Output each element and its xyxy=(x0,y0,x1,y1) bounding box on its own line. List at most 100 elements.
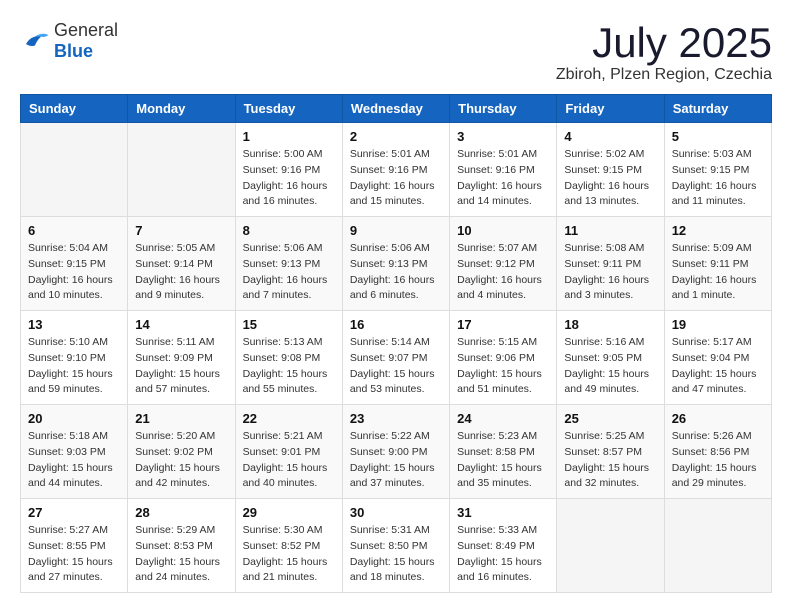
day-info: Sunrise: 5:23 AMSunset: 8:58 PMDaylight:… xyxy=(457,429,549,492)
calendar-title-section: July 2025 Zbiroh, Plzen Region, Czechia xyxy=(556,20,772,84)
calendar-cell: 10 Sunrise: 5:07 AMSunset: 9:12 PMDayligh… xyxy=(450,217,557,311)
calendar-cell: 6 Sunrise: 5:04 AMSunset: 9:15 PMDaylight… xyxy=(21,217,128,311)
day-number: 17 xyxy=(457,317,549,332)
day-info: Sunrise: 5:31 AMSunset: 8:50 PMDaylight:… xyxy=(350,523,442,586)
day-number: 5 xyxy=(672,129,764,144)
day-info: Sunrise: 5:05 AMSunset: 9:14 PMDaylight:… xyxy=(135,241,227,304)
calendar-cell: 24Sunrise: 5:23 AMSunset: 8:58 PMDayligh… xyxy=(450,405,557,499)
day-info: Sunrise: 5:08 AMSunset: 9:11 PMDaylight:… xyxy=(564,241,656,304)
day-number: 10 xyxy=(457,223,549,238)
calendar-cell: 15 Sunrise: 5:13 AMSunset: 9:08 PMDayligh… xyxy=(235,311,342,405)
calendar-cell: 14Sunrise: 5:11 AMSunset: 9:09 PMDayligh… xyxy=(128,311,235,405)
day-info: Sunrise: 5:14 AMSunset: 9:07 PMDaylight:… xyxy=(350,335,442,398)
weekday-header-tuesday: Tuesday xyxy=(235,95,342,123)
day-info: Sunrise: 5:21 AMSunset: 9:01 PMDaylight:… xyxy=(243,429,335,492)
month-title: July 2025 xyxy=(556,20,772,66)
day-number: 22 xyxy=(243,411,335,426)
day-number: 9 xyxy=(350,223,442,238)
weekday-header-sunday: Sunday xyxy=(21,95,128,123)
day-number: 20 xyxy=(28,411,120,426)
logo-text: General Blue xyxy=(54,20,118,62)
day-info: Sunrise: 5:22 AMSunset: 9:00 PMDaylight:… xyxy=(350,429,442,492)
calendar-week-row: 20 Sunrise: 5:18 AMSunset: 9:03 PMDayligh… xyxy=(21,405,772,499)
calendar-cell: 11 Sunrise: 5:08 AMSunset: 9:11 PMDayligh… xyxy=(557,217,664,311)
calendar-cell: 7 Sunrise: 5:05 AMSunset: 9:14 PMDaylight… xyxy=(128,217,235,311)
day-number: 25 xyxy=(564,411,656,426)
day-info: Sunrise: 5:01 AMSunset: 9:16 PMDaylight:… xyxy=(350,147,442,210)
day-info: Sunrise: 5:01 AMSunset: 9:16 PMDaylight:… xyxy=(457,147,549,210)
day-number: 1 xyxy=(243,129,335,144)
day-info: Sunrise: 5:26 AMSunset: 8:56 PMDaylight:… xyxy=(672,429,764,492)
calendar-cell: 2 Sunrise: 5:01 AMSunset: 9:16 PMDaylight… xyxy=(342,123,449,217)
calendar-cell: 1 Sunrise: 5:00 AMSunset: 9:16 PMDaylight… xyxy=(235,123,342,217)
logo: General Blue xyxy=(20,20,118,62)
calendar-cell: 28Sunrise: 5:29 AMSunset: 8:53 PMDayligh… xyxy=(128,499,235,593)
day-info: Sunrise: 5:15 AMSunset: 9:06 PMDaylight:… xyxy=(457,335,549,398)
calendar-cell: 17 Sunrise: 5:15 AMSunset: 9:06 PMDayligh… xyxy=(450,311,557,405)
day-number: 28 xyxy=(135,505,227,520)
day-number: 4 xyxy=(564,129,656,144)
calendar-cell: 19 Sunrise: 5:17 AMSunset: 9:04 PMDayligh… xyxy=(664,311,771,405)
day-info: Sunrise: 5:16 AMSunset: 9:05 PMDaylight:… xyxy=(564,335,656,398)
weekday-header-wednesday: Wednesday xyxy=(342,95,449,123)
day-number: 11 xyxy=(564,223,656,238)
calendar-cell xyxy=(664,499,771,593)
day-info: Sunrise: 5:04 AMSunset: 9:15 PMDaylight:… xyxy=(28,241,120,304)
day-info: Sunrise: 5:07 AMSunset: 9:12 PMDaylight:… xyxy=(457,241,549,304)
day-number: 30 xyxy=(350,505,442,520)
calendar-cell: 4 Sunrise: 5:02 AMSunset: 9:15 PMDaylight… xyxy=(557,123,664,217)
calendar-week-row: 13 Sunrise: 5:10 AMSunset: 9:10 PMDayligh… xyxy=(21,311,772,405)
calendar-cell: 29 Sunrise: 5:30 AMSunset: 8:52 PMDayligh… xyxy=(235,499,342,593)
day-info: Sunrise: 5:30 AMSunset: 8:52 PMDaylight:… xyxy=(243,523,335,586)
day-number: 3 xyxy=(457,129,549,144)
day-number: 2 xyxy=(350,129,442,144)
calendar-cell: 18 Sunrise: 5:16 AMSunset: 9:05 PMDayligh… xyxy=(557,311,664,405)
day-info: Sunrise: 5:18 AMSunset: 9:03 PMDaylight:… xyxy=(28,429,120,492)
day-number: 19 xyxy=(672,317,764,332)
calendar-cell: 5Sunrise: 5:03 AMSunset: 9:15 PMDaylight… xyxy=(664,123,771,217)
weekday-header-saturday: Saturday xyxy=(664,95,771,123)
day-number: 7 xyxy=(135,223,227,238)
day-number: 8 xyxy=(243,223,335,238)
day-info: Sunrise: 5:33 AMSunset: 8:49 PMDaylight:… xyxy=(457,523,549,586)
calendar-cell: 30 Sunrise: 5:31 AMSunset: 8:50 PMDayligh… xyxy=(342,499,449,593)
day-info: Sunrise: 5:11 AMSunset: 9:09 PMDaylight:… xyxy=(135,335,227,398)
calendar-cell xyxy=(21,123,128,217)
calendar-cell: 9 Sunrise: 5:06 AMSunset: 9:13 PMDaylight… xyxy=(342,217,449,311)
day-info: Sunrise: 5:20 AMSunset: 9:02 PMDaylight:… xyxy=(135,429,227,492)
calendar-week-row: 6 Sunrise: 5:04 AMSunset: 9:15 PMDaylight… xyxy=(21,217,772,311)
day-number: 15 xyxy=(243,317,335,332)
day-info: Sunrise: 5:10 AMSunset: 9:10 PMDaylight:… xyxy=(28,335,120,398)
day-info: Sunrise: 5:02 AMSunset: 9:15 PMDaylight:… xyxy=(564,147,656,210)
calendar-cell: 27 Sunrise: 5:27 AMSunset: 8:55 PMDayligh… xyxy=(21,499,128,593)
calendar-cell: 3 Sunrise: 5:01 AMSunset: 9:16 PMDaylight… xyxy=(450,123,557,217)
day-number: 18 xyxy=(564,317,656,332)
day-number: 26 xyxy=(672,411,764,426)
location: Zbiroh, Plzen Region, Czechia xyxy=(556,66,772,84)
day-number: 29 xyxy=(243,505,335,520)
calendar-cell: 12Sunrise: 5:09 AMSunset: 9:11 PMDayligh… xyxy=(664,217,771,311)
day-info: Sunrise: 5:06 AMSunset: 9:13 PMDaylight:… xyxy=(350,241,442,304)
calendar-cell: 23 Sunrise: 5:22 AMSunset: 9:00 PMDayligh… xyxy=(342,405,449,499)
day-info: Sunrise: 5:00 AMSunset: 9:16 PMDaylight:… xyxy=(243,147,335,210)
day-info: Sunrise: 5:27 AMSunset: 8:55 PMDaylight:… xyxy=(28,523,120,586)
calendar-cell: 31Sunrise: 5:33 AMSunset: 8:49 PMDayligh… xyxy=(450,499,557,593)
day-info: Sunrise: 5:13 AMSunset: 9:08 PMDaylight:… xyxy=(243,335,335,398)
calendar-cell: 22 Sunrise: 5:21 AMSunset: 9:01 PMDayligh… xyxy=(235,405,342,499)
logo-icon xyxy=(20,29,50,53)
day-info: Sunrise: 5:09 AMSunset: 9:11 PMDaylight:… xyxy=(672,241,764,304)
day-info: Sunrise: 5:25 AMSunset: 8:57 PMDaylight:… xyxy=(564,429,656,492)
day-number: 6 xyxy=(28,223,120,238)
day-number: 13 xyxy=(28,317,120,332)
calendar-cell: 26 Sunrise: 5:26 AMSunset: 8:56 PMDayligh… xyxy=(664,405,771,499)
day-number: 23 xyxy=(350,411,442,426)
page-header: General Blue July 2025 Zbiroh, Plzen Reg… xyxy=(20,20,772,84)
weekday-header-friday: Friday xyxy=(557,95,664,123)
calendar-week-row: 1 Sunrise: 5:00 AMSunset: 9:16 PMDaylight… xyxy=(21,123,772,217)
calendar-week-row: 27 Sunrise: 5:27 AMSunset: 8:55 PMDayligh… xyxy=(21,499,772,593)
day-number: 27 xyxy=(28,505,120,520)
calendar-cell: 21Sunrise: 5:20 AMSunset: 9:02 PMDayligh… xyxy=(128,405,235,499)
calendar-cell: 8Sunrise: 5:06 AMSunset: 9:13 PMDaylight… xyxy=(235,217,342,311)
day-info: Sunrise: 5:17 AMSunset: 9:04 PMDaylight:… xyxy=(672,335,764,398)
calendar-cell: 16Sunrise: 5:14 AMSunset: 9:07 PMDayligh… xyxy=(342,311,449,405)
